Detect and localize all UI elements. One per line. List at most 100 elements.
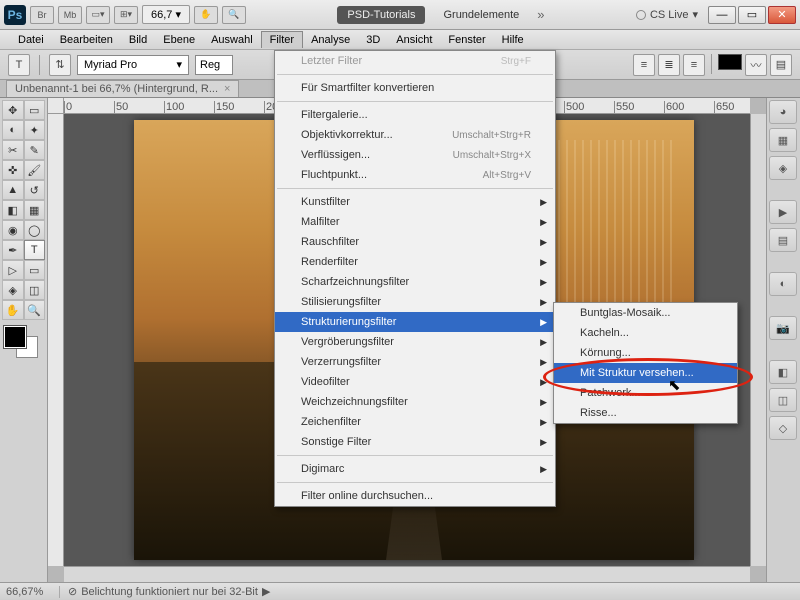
text-tool[interactable]: T [24,240,46,260]
actions-panel-icon[interactable]: ▶ [769,200,797,224]
blur-tool[interactable]: ◉ [2,220,24,240]
filter-item[interactable]: Fluchtpunkt...Alt+Strg+V [275,165,555,185]
menu-fenster[interactable]: Fenster [440,32,493,48]
text-color-swatch[interactable] [718,54,742,70]
hand-tool[interactable]: ✋ [2,300,24,320]
horizontal-scrollbar[interactable] [64,566,750,582]
wand-tool[interactable]: ✦ [24,120,46,140]
heal-tool[interactable]: ✜ [2,160,24,180]
maximize-button[interactable]: ▭ [738,6,766,24]
swatches-panel-icon[interactable]: ▦ [769,128,797,152]
zoom-level[interactable]: 66,7 ▾ [142,5,190,24]
menu-ebene[interactable]: Ebene [155,32,203,48]
arrange-icon[interactable]: ⊞▾ [114,6,138,24]
gradient-tool[interactable]: ▦ [24,200,46,220]
crop-tool[interactable]: ✂ [2,140,24,160]
menu-analyse[interactable]: Analyse [303,32,358,48]
menu-ansicht[interactable]: Ansicht [388,32,440,48]
filter-item[interactable]: Filter online durchsuchen... [275,486,555,506]
zoom-tool[interactable]: 🔍 [24,300,46,320]
cs-live[interactable]: CS Live ▾ [636,8,698,21]
history-brush-tool[interactable]: ↺ [24,180,46,200]
stamp-tool[interactable]: ▲ [2,180,24,200]
workspace-tab-active[interactable]: PSD-Tutorials [337,6,425,24]
move-tool[interactable]: ✥ [2,100,24,120]
font-style-select[interactable]: Reg [195,55,233,75]
submenu-item[interactable]: Buntglas-Mosaik... [554,303,737,323]
menu-3d[interactable]: 3D [358,32,388,48]
foreground-color[interactable] [4,326,26,348]
filter-item[interactable]: Digimarc▶ [275,459,555,479]
channels-panel-icon[interactable]: ◫ [769,388,797,412]
filter-item[interactable]: Scharfzeichnungsfilter▶ [275,272,555,292]
menu-auswahl[interactable]: Auswahl [203,32,261,48]
filter-item[interactable]: Verzerrungsfilter▶ [275,352,555,372]
color-swatches[interactable] [2,326,42,362]
minibridge-icon[interactable]: Mb [58,6,82,24]
dodge-tool[interactable]: ◯ [24,220,46,240]
align-center-icon[interactable]: ≣ [658,54,680,76]
filter-item[interactable]: Vergröberungsfilter▶ [275,332,555,352]
path-select-tool[interactable]: ▷ [2,260,24,280]
zoom-icon[interactable]: 🔍 [222,6,246,24]
submenu-item[interactable]: Körnung... [554,343,737,363]
menu-bild[interactable]: Bild [121,32,155,48]
menu-filter[interactable]: Filter [261,31,303,48]
filter-item[interactable]: Weichzeichnungsfilter▶ [275,392,555,412]
filter-item[interactable]: Strukturierungsfilter▶ [275,312,555,332]
text-orientation-icon[interactable]: ⇅ [49,54,71,76]
paths-panel-icon[interactable]: ◇ [769,416,797,440]
shape-tool[interactable]: ▭ [24,260,46,280]
filter-item[interactable]: Zeichenfilter▶ [275,412,555,432]
submenu-item[interactable]: Kacheln... [554,323,737,343]
hand-icon[interactable]: ✋ [194,6,218,24]
filter-item[interactable]: Objektivkorrektur...Umschalt+Strg+R [275,125,555,145]
filter-item[interactable]: Kunstfilter▶ [275,192,555,212]
filter-item[interactable]: Für Smartfilter konvertieren [275,78,555,98]
document-tab[interactable]: Unbenannt-1 bei 66,7% (Hintergrund, R...… [6,80,239,97]
bridge-icon[interactable]: Br [30,6,54,24]
3d-camera-tool[interactable]: ◫ [24,280,46,300]
character-panel-icon-2[interactable]: 📷 [769,316,797,340]
eyedropper-tool[interactable]: ✎ [24,140,46,160]
lasso-tool[interactable]: ◐ [2,120,24,140]
character-panel-icon[interactable]: ▤ [770,54,792,76]
align-left-icon[interactable]: ≡ [633,54,655,76]
filter-item[interactable]: Stilisierungsfilter▶ [275,292,555,312]
close-button[interactable]: ✕ [768,6,796,24]
eraser-tool[interactable]: ◧ [2,200,24,220]
styles-panel-icon[interactable]: ◈ [769,156,797,180]
warp-text-icon[interactable]: 〰 [745,54,767,76]
vertical-scrollbar[interactable] [750,114,766,566]
submenu-item[interactable]: Mit Struktur versehen... [554,363,737,383]
menu-bearbeiten[interactable]: Bearbeiten [52,32,121,48]
pen-tool[interactable]: ✒ [2,240,24,260]
filter-item[interactable]: Rauschfilter▶ [275,232,555,252]
screenmode-icon[interactable]: ▭▾ [86,6,110,24]
menu-hilfe[interactable]: Hilfe [494,32,532,48]
status-zoom[interactable]: 66,67% [0,586,60,598]
minimize-button[interactable]: — [708,6,736,24]
more-workspaces-icon[interactable]: » [537,7,544,22]
adjust-panel-icon[interactable]: ◐ [769,272,797,296]
font-family-select[interactable]: Myriad Pro▾ [77,55,189,75]
brush-tool[interactable]: 🖌 [24,160,46,180]
submenu-item[interactable]: Patchwork... [554,383,737,403]
3d-tool[interactable]: ◈ [2,280,24,300]
text-tool-preset-icon[interactable]: T [8,54,30,76]
color-panel-icon[interactable]: ◕ [769,100,797,124]
history-panel-icon[interactable]: ▤ [769,228,797,252]
submenu-item[interactable]: Risse... [554,403,737,423]
filter-item[interactable]: Filtergalerie... [275,105,555,125]
filter-item[interactable]: Renderfilter▶ [275,252,555,272]
filter-item[interactable]: Malfilter▶ [275,212,555,232]
layers-panel-icon[interactable]: ◧ [769,360,797,384]
filter-item[interactable]: Sonstige Filter▶ [275,432,555,452]
menu-datei[interactable]: Datei [10,32,52,48]
filter-item[interactable]: Verflüssigen...Umschalt+Strg+X [275,145,555,165]
close-tab-icon[interactable]: × [224,83,230,95]
align-right-icon[interactable]: ≡ [683,54,705,76]
filter-item[interactable]: Videofilter▶ [275,372,555,392]
workspace-tab-inactive[interactable]: Grundelemente [433,6,529,24]
marquee-tool[interactable]: ▭ [24,100,46,120]
